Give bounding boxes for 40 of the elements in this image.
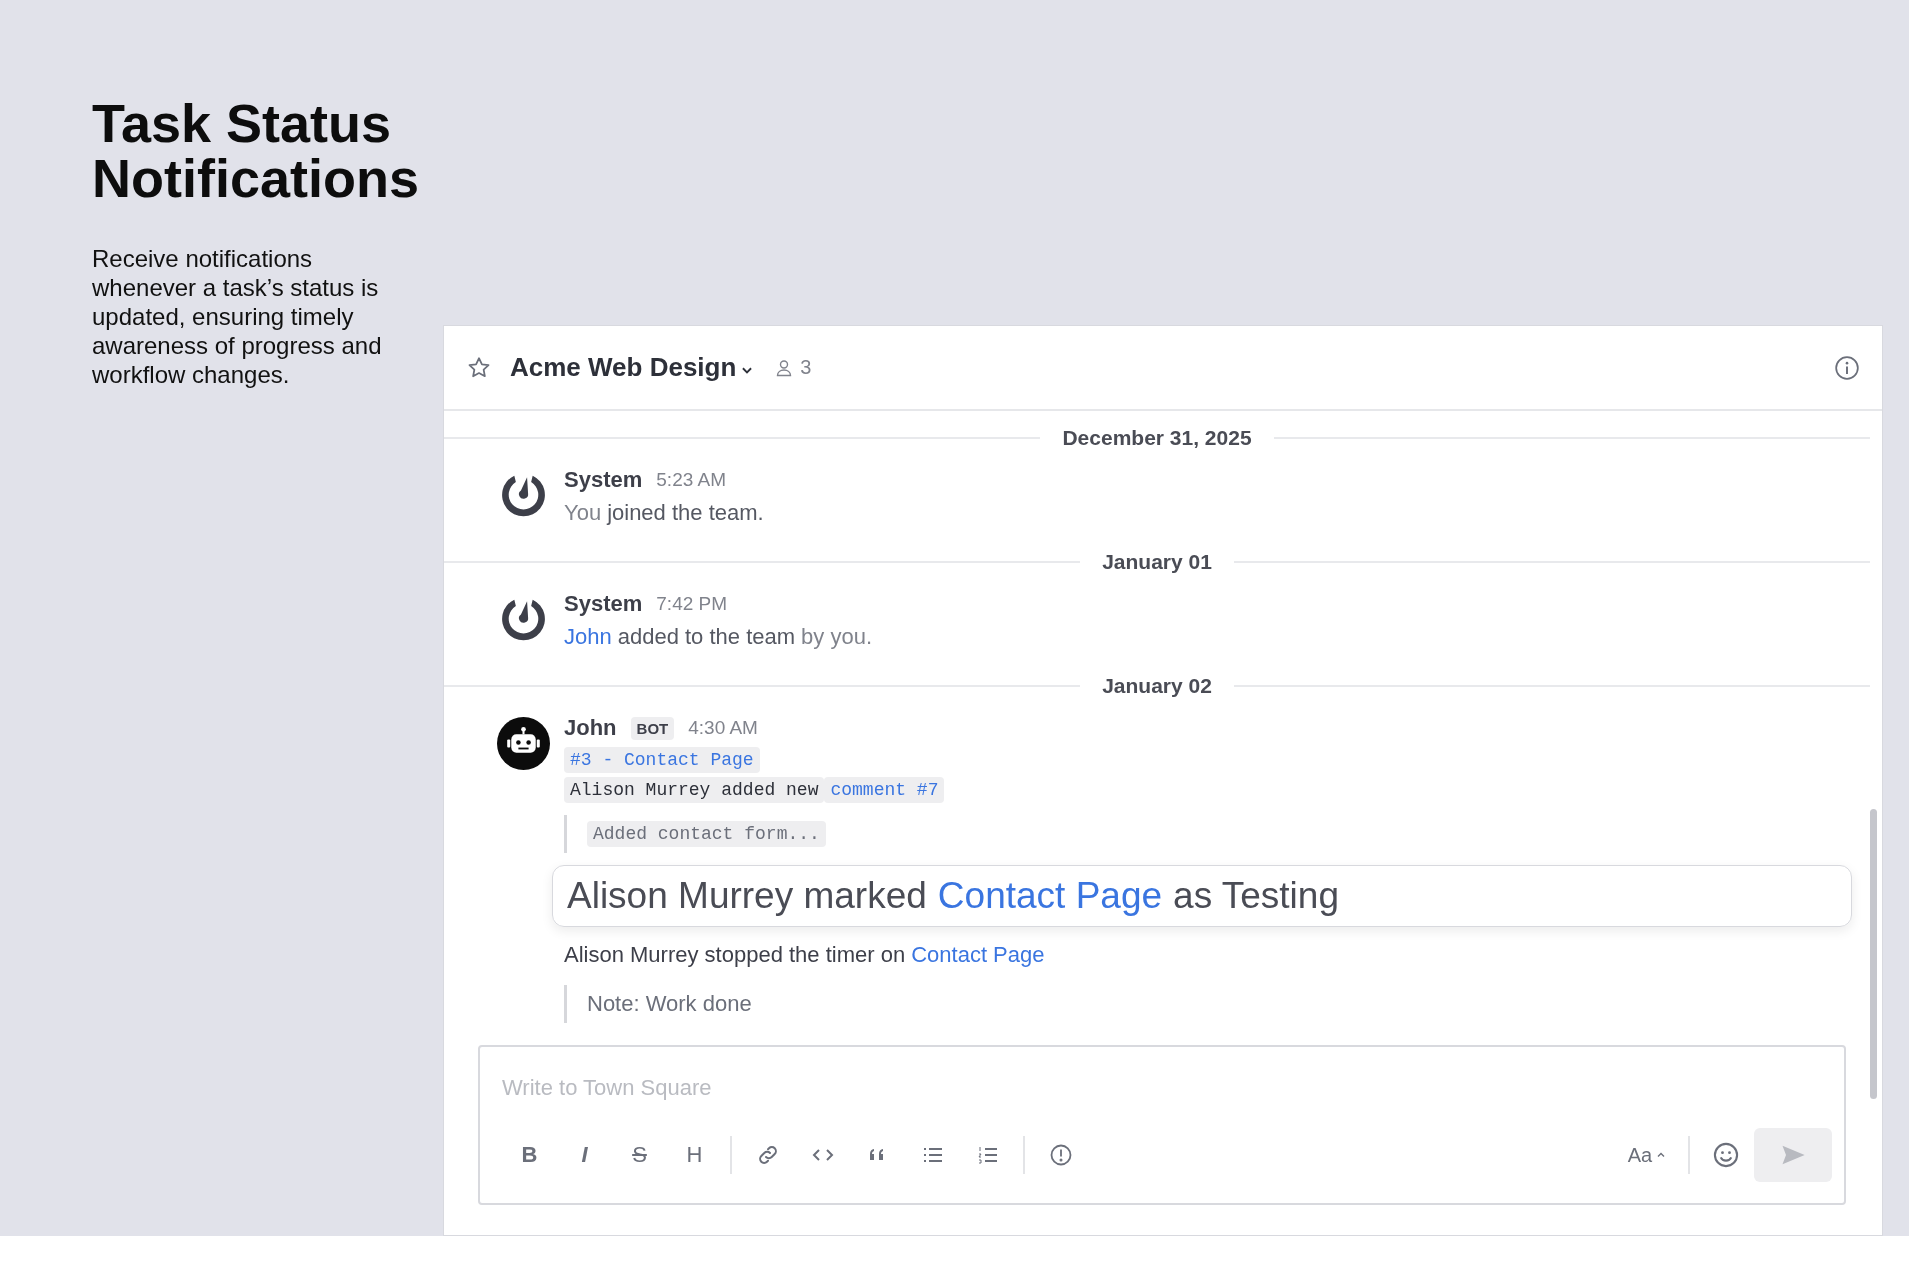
author-name[interactable]: System: [564, 591, 643, 617]
message-text: by you.: [801, 623, 872, 651]
quoted-comment: Added contact form...: [587, 821, 826, 847]
message-time[interactable]: 5:23 AM: [656, 469, 726, 491]
robot-avatar-icon: [497, 717, 550, 770]
date-separator: January 02: [1101, 674, 1213, 698]
format-button[interactable]: B: [502, 1135, 557, 1175]
member-count[interactable]: 3: [800, 356, 812, 379]
task-link[interactable]: Contact Page: [911, 937, 1045, 973]
channel-name[interactable]: Acme Web Design: [510, 352, 737, 383]
task-link[interactable]: Contact Page: [937, 875, 1163, 917]
message-time[interactable]: 4:30 AM: [688, 717, 758, 739]
author-name[interactable]: John: [564, 715, 617, 741]
user-link[interactable]: John: [564, 619, 612, 655]
status-text: Alison Murrey marked: [567, 875, 927, 917]
page-title: Task Status Notifications: [92, 96, 420, 206]
date-separator: December 31, 2025: [1061, 426, 1253, 450]
scrollbar[interactable]: [1870, 809, 1877, 1099]
note-text: Note: Work done: [587, 991, 752, 1017]
message-text: joined the team.: [607, 499, 764, 527]
page-description: Receive notifications whenever a task’s status is updated, ensuring timely awareness of progress and workflow changes.: [92, 244, 383, 389]
message-text: Alison Murrey stopped the timer on: [564, 941, 906, 969]
message-input[interactable]: Write to Town Square B I S H Aa: [478, 1045, 1846, 1205]
date-separator: January 01: [1101, 550, 1213, 574]
author-name[interactable]: System: [564, 467, 643, 493]
message-time[interactable]: 7:42 PM: [656, 593, 728, 615]
message-text: You: [564, 499, 602, 527]
text-format-button[interactable]: Aa: [1614, 1135, 1680, 1175]
caret-icon[interactable]: [1656, 1150, 1667, 1160]
task-link[interactable]: #3 - Contact Page: [564, 747, 760, 773]
bot-badge: BOT: [630, 716, 675, 740]
format-button[interactable]: S: [612, 1135, 667, 1175]
format-button[interactable]: H: [667, 1135, 722, 1175]
info-icon[interactable]: [1834, 354, 1860, 381]
comment-link[interactable]: comment #7: [824, 777, 945, 803]
message-text: added to the team: [617, 623, 796, 651]
format-button[interactable]: I: [557, 1135, 612, 1175]
comment-text: Alison Murrey added new: [564, 777, 825, 803]
emoji-icon[interactable]: [1712, 1141, 1740, 1169]
status-text: as Testing: [1173, 875, 1339, 917]
